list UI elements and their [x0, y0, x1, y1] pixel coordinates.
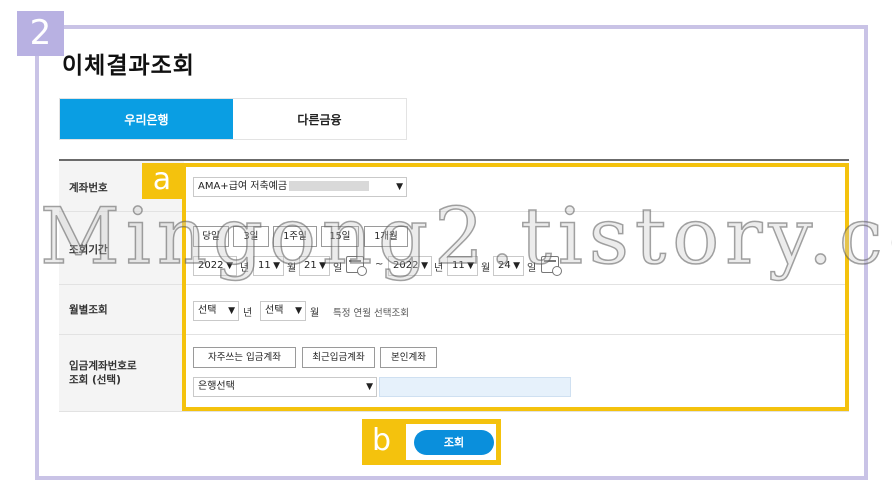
period-label: 조회기간	[69, 244, 108, 256]
highlight-box-a	[182, 163, 849, 411]
page-title: 이체결과조회	[62, 53, 195, 79]
step-badge: 2	[17, 11, 64, 56]
search-button[interactable]: 조회	[414, 430, 494, 455]
deposit-label-line1: 입금계좌번호로	[69, 360, 137, 372]
row-divider	[59, 411, 849, 412]
monthly-label: 월별조회	[69, 304, 108, 316]
tab-other-bank[interactable]: 다른금융	[233, 99, 406, 139]
deposit-label: 입금계좌번호로 조회 (선택)	[69, 359, 137, 387]
account-label: 계좌번호	[69, 182, 108, 194]
tab-woori-bank[interactable]: 우리은행	[60, 99, 233, 139]
deposit-label-line2: 조회 (선택)	[69, 374, 121, 386]
highlight-badge-a: a	[142, 163, 182, 199]
bank-tabs: 우리은행 다른금융	[59, 98, 407, 140]
highlight-badge-b: b	[362, 419, 401, 465]
